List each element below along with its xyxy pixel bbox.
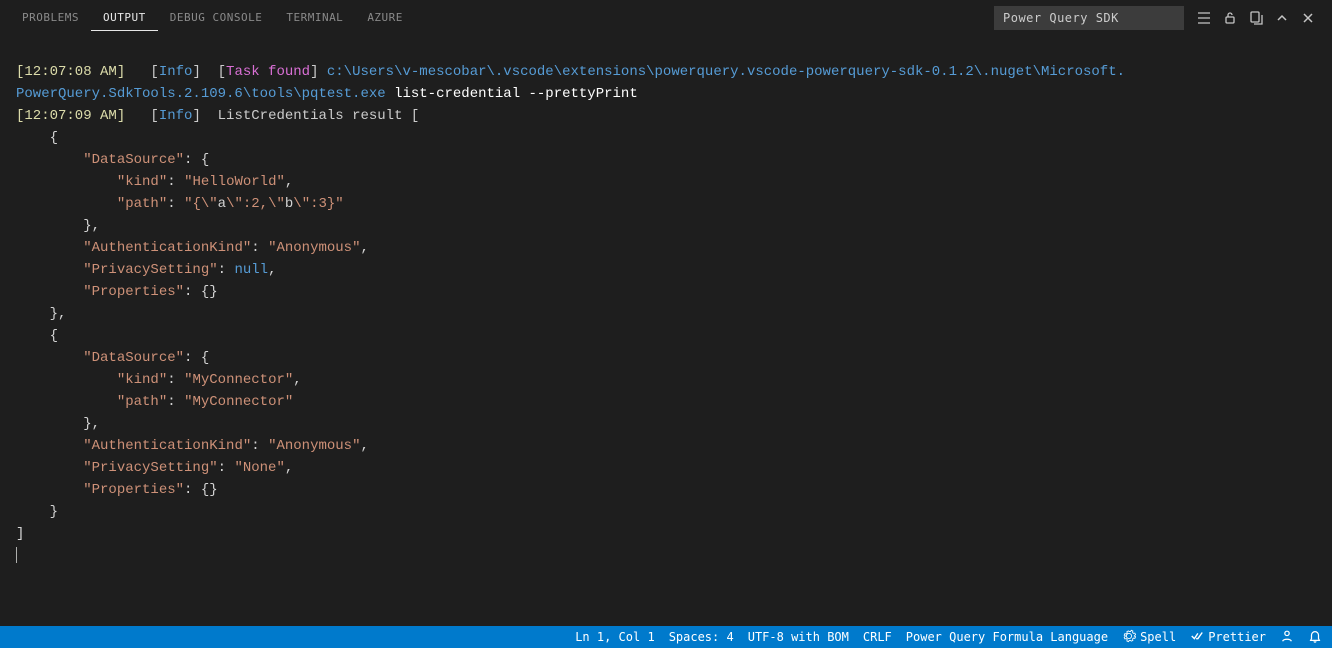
exe-path-cont: PowerQuery.SdkTools.2.109.6\tools\pqtest… bbox=[16, 86, 386, 102]
list-icon[interactable] bbox=[1196, 10, 1212, 26]
json-key: "path" bbox=[117, 394, 167, 410]
status-spell-label: Spell bbox=[1140, 630, 1176, 644]
status-prettier-label: Prettier bbox=[1208, 630, 1266, 644]
json-value: "Anonymous" bbox=[268, 240, 360, 256]
status-cursor-position[interactable]: Ln 1, Col 1 bbox=[575, 630, 654, 644]
bell-icon bbox=[1308, 629, 1322, 646]
exe-args: list-credential --prettyPrint bbox=[394, 86, 638, 102]
json-key: "kind" bbox=[117, 372, 167, 388]
timestamp: [12:07:08 AM] bbox=[16, 64, 125, 80]
status-bar: Ln 1, Col 1 Spaces: 4 UTF-8 with BOM CRL… bbox=[0, 626, 1332, 648]
tab-debug-console[interactable]: DEBUG CONSOLE bbox=[158, 5, 275, 30]
output-channel-select[interactable]: Power Query SDK bbox=[994, 6, 1184, 30]
status-spell[interactable]: Spell bbox=[1122, 629, 1176, 646]
json-value: "HelloWorld" bbox=[184, 174, 285, 190]
log-level: Info bbox=[159, 64, 193, 80]
close-icon[interactable] bbox=[1300, 10, 1316, 26]
json-value: "{\" bbox=[184, 196, 218, 212]
status-feedback[interactable] bbox=[1280, 629, 1294, 646]
tab-azure[interactable]: AZURE bbox=[355, 5, 415, 30]
json-key: "Properties" bbox=[83, 482, 184, 498]
status-notifications[interactable] bbox=[1308, 629, 1322, 646]
json-value: null bbox=[234, 262, 268, 278]
tab-terminal[interactable]: TERMINAL bbox=[274, 5, 355, 30]
json-key: "PrivacySetting" bbox=[83, 262, 217, 278]
json-value: "None" bbox=[234, 460, 284, 476]
json-value: "MyConnector" bbox=[184, 372, 293, 388]
panel-action-icons bbox=[1190, 10, 1322, 26]
tab-output[interactable]: OUTPUT bbox=[91, 5, 158, 31]
clear-icon[interactable] bbox=[1248, 10, 1264, 26]
json-value: "MyConnector" bbox=[184, 394, 293, 410]
json-key: "DataSource" bbox=[83, 350, 184, 366]
tab-problems[interactable]: PROBLEMS bbox=[10, 5, 91, 30]
json-key: "AuthenticationKind" bbox=[83, 240, 251, 256]
gear-icon bbox=[1122, 629, 1136, 646]
task-label: Task found bbox=[226, 64, 310, 80]
json-key: "AuthenticationKind" bbox=[83, 438, 251, 454]
brace: { bbox=[50, 130, 58, 146]
lock-icon[interactable] bbox=[1222, 10, 1238, 26]
status-spaces[interactable]: Spaces: 4 bbox=[669, 630, 734, 644]
json-key: "path" bbox=[117, 196, 167, 212]
status-eol[interactable]: CRLF bbox=[863, 630, 892, 644]
log-level: Info bbox=[159, 108, 193, 124]
person-icon bbox=[1280, 629, 1294, 646]
timestamp: [12:07:09 AM] bbox=[16, 108, 125, 124]
panel-tabs: PROBLEMS OUTPUT DEBUG CONSOLE TERMINAL A… bbox=[0, 0, 1332, 35]
chevron-up-icon[interactable] bbox=[1274, 10, 1290, 26]
json-key: "PrivacySetting" bbox=[83, 460, 217, 476]
output-body[interactable]: [12:07:08 AM] [Info] [Task found] c:\Use… bbox=[0, 35, 1332, 626]
output-channel-label: Power Query SDK bbox=[1003, 11, 1119, 25]
result-label: ListCredentials result [ bbox=[218, 108, 420, 124]
status-encoding[interactable]: UTF-8 with BOM bbox=[748, 630, 849, 644]
check-double-icon bbox=[1190, 629, 1204, 646]
json-key: "kind" bbox=[117, 174, 167, 190]
json-value: "Anonymous" bbox=[268, 438, 360, 454]
status-prettier[interactable]: Prettier bbox=[1190, 629, 1266, 646]
status-language[interactable]: Power Query Formula Language bbox=[906, 630, 1108, 644]
json-key: "DataSource" bbox=[83, 152, 184, 168]
json-key: "Properties" bbox=[83, 284, 184, 300]
caret bbox=[16, 547, 17, 563]
exe-path: c:\Users\v-mescobar\.vscode\extensions\p… bbox=[327, 64, 1125, 80]
